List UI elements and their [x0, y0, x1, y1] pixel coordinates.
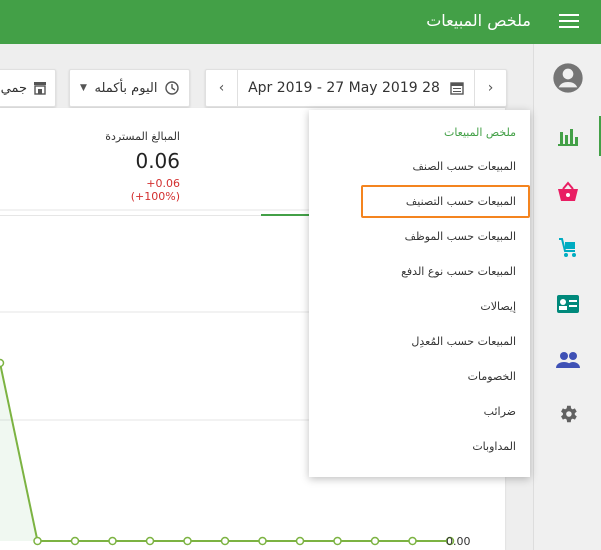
data-point-7: [258, 536, 267, 546]
report-type-menu: ملخص المبيعات المبيعات حسب الصنف المبيعات …: [309, 110, 530, 477]
contact-card-icon: [557, 295, 579, 313]
data-point-6: [220, 536, 230, 546]
bar-chart-icon: [558, 129, 578, 146]
data-point-0: [0, 358, 5, 368]
menu-item-6[interactable]: المبيعات حسب المُعدِل: [411, 335, 516, 348]
app-header: ملخص المبيعات: [0, 0, 601, 44]
data-point-8: [295, 536, 305, 546]
data-point-11: [408, 536, 417, 546]
chevron-left-icon: ‹: [218, 80, 225, 96]
sidebar-item-employees[interactable]: [534, 336, 601, 384]
menu-item-4[interactable]: المبيعات حسب نوع الدفع: [401, 265, 516, 278]
date-range-text: Apr 2019 - 27 May 2019 28: [248, 80, 440, 96]
menu-item-3[interactable]: المبيعات حسب الموظف: [405, 230, 516, 243]
data-point-9: [333, 536, 342, 546]
date-range-picker[interactable]: Apr 2019 - 27 May 2019 28: [238, 80, 474, 96]
gear-icon: [561, 405, 577, 423]
next-period-button[interactable]: ›: [474, 70, 506, 106]
y-axis-tick-label: 0.00: [446, 535, 471, 548]
store-icon: [34, 82, 46, 95]
data-point-1: [33, 536, 42, 546]
account-circle-icon: [553, 63, 583, 93]
time-filter-label: اليوم بأكمله: [94, 80, 158, 96]
cart-icon: [559, 238, 576, 257]
menu-item-9[interactable]: المداوبات: [472, 440, 516, 453]
calendar-icon: [450, 82, 464, 95]
chevron-down-icon: ▼: [80, 83, 87, 93]
menu-item-5[interactable]: إيصالات: [480, 300, 516, 313]
data-point-4: [145, 536, 155, 546]
clock-icon: [165, 81, 179, 95]
sidebar-item-account[interactable]: [534, 54, 601, 102]
menu-item-2[interactable]: المبيعات حسب التصنيف: [406, 195, 516, 208]
group-icon: [556, 352, 580, 368]
date-range-selector: ‹ Apr 2019 - 27 May 2019 28 ›: [205, 69, 507, 107]
menu-item-0[interactable]: ملخص المبيعات: [444, 126, 516, 139]
store-filter-label: جمي: [0, 80, 27, 96]
data-point-5: [183, 536, 192, 546]
page-title: ملخص المبيعات: [426, 11, 531, 30]
menu-item-7[interactable]: الخصومات: [468, 370, 516, 383]
sidebar-item-settings[interactable]: [534, 390, 601, 438]
chevron-right-icon: ›: [487, 80, 494, 96]
hamburger-menu-icon[interactable]: [559, 14, 579, 30]
sidebar: [533, 44, 601, 550]
menu-item-1[interactable]: المبيعات حسب الصنف: [413, 160, 516, 173]
sidebar-item-sales[interactable]: [534, 168, 601, 216]
previous-period-button[interactable]: ‹: [206, 70, 238, 106]
data-point-2: [70, 536, 80, 546]
sidebar-item-reports[interactable]: [534, 112, 601, 160]
store-filter-dropdown[interactable]: جمي: [0, 69, 56, 107]
time-filter-dropdown[interactable]: ▼ اليوم بأكمله: [69, 69, 190, 107]
data-point-3: [108, 536, 117, 546]
shopping-basket-icon: [558, 181, 578, 201]
sidebar-item-items[interactable]: [534, 224, 601, 272]
menu-item-8[interactable]: ضرائب: [484, 405, 516, 418]
sidebar-item-customers[interactable]: [534, 280, 601, 328]
data-point-10: [370, 536, 380, 546]
